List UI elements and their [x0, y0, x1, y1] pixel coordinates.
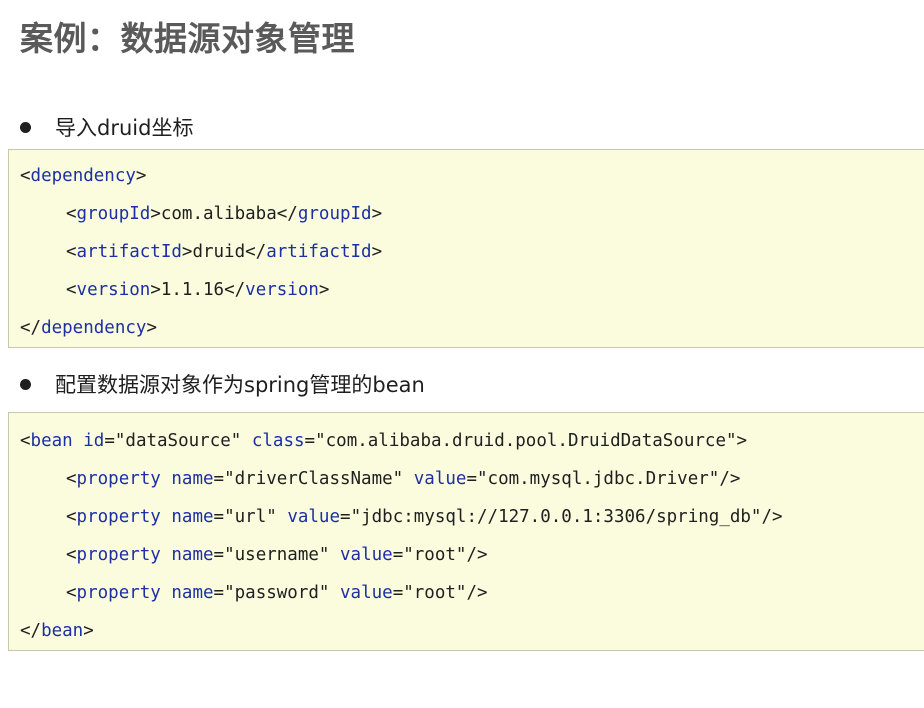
xml-attr-name: value — [413, 469, 467, 489]
xml-attr-name: value — [287, 507, 341, 527]
xml-attr-name: value — [340, 583, 393, 603]
xml-attr-name: name — [171, 583, 214, 603]
xml-attr-value: "dataSource" — [114, 431, 242, 451]
xml-text: com.alibaba — [160, 204, 277, 224]
bullet-item-druid: 导入druid坐标 — [20, 112, 193, 142]
xml-tag: dependency — [41, 318, 147, 338]
xml-attr-value: "com.mysql.jdbc.Driver" — [477, 469, 720, 489]
xml-attr-value: "root" — [403, 545, 467, 565]
code-line: <property name="username" value="root"/> — [66, 545, 488, 565]
xml-tag: groupId — [76, 204, 151, 224]
code-line: </dependency> — [20, 318, 157, 338]
code-line: <dependency> — [20, 166, 147, 186]
bullet-dot-icon — [20, 121, 31, 133]
xml-tag: groupId — [297, 204, 372, 224]
xml-attr-value: "driverClassName" — [224, 469, 404, 489]
code-block-bean: <bean id="dataSource" class="com.alibaba… — [8, 412, 924, 651]
xml-attr-value: "jdbc:mysql://127.0.0.1:3306/spring_db" — [350, 507, 762, 527]
code-line: <bean id="dataSource" class="com.alibaba… — [20, 431, 748, 451]
xml-tag: version — [76, 280, 151, 300]
bullet-dot-icon — [20, 378, 31, 390]
bullet-text: 导入druid坐标 — [55, 116, 194, 140]
code-line: <artifactId>druid</artifactId> — [66, 242, 383, 262]
xml-attr-name: id — [83, 431, 105, 451]
xml-tag: bean — [30, 431, 73, 451]
xml-tag: artifactId — [76, 242, 182, 262]
xml-attr-name: name — [171, 545, 214, 565]
code-line: </bean> — [20, 621, 94, 641]
xml-attr-value: "username" — [224, 545, 330, 565]
page-title: 案例：数据源对象管理 — [20, 19, 355, 58]
xml-tag: property — [76, 545, 161, 565]
xml-tag: property — [76, 469, 161, 489]
xml-attr-value: "url" — [224, 507, 277, 527]
xml-attr-name: name — [171, 507, 214, 527]
xml-attr-name: class — [251, 431, 305, 451]
xml-attr-value: "root" — [403, 583, 467, 603]
xml-attr-value: "com.alibaba.druid.pool.DruidDataSource" — [315, 431, 737, 451]
xml-tag: artifactId — [266, 242, 372, 262]
code-line: <property name="password" value="root"/> — [66, 583, 488, 603]
bullet-item-bean: 配置数据源对象作为spring管理的bean — [20, 369, 425, 399]
xml-tag: version — [245, 280, 319, 300]
bullet-text: 配置数据源对象作为spring管理的bean — [55, 373, 425, 397]
xml-tag: bean — [41, 621, 84, 641]
xml-attr-name: name — [171, 469, 214, 489]
xml-tag: property — [76, 583, 161, 603]
xml-attr-value: "password" — [224, 583, 330, 603]
xml-tag: dependency — [30, 166, 136, 186]
code-line: <groupId>com.alibaba</groupId> — [66, 204, 383, 224]
xml-text: druid — [192, 242, 246, 262]
code-line: <property name="url" value="jdbc:mysql:/… — [66, 507, 783, 527]
xml-tag: property — [76, 507, 161, 527]
xml-attr-name: value — [340, 545, 393, 565]
code-line: <version>1.1.16</version> — [66, 280, 330, 300]
code-line: <property name="driverClassName" value="… — [66, 469, 741, 489]
xml-text: 1.1.16 — [160, 280, 225, 300]
code-block-dependency: <dependency> <groupId>com.alibaba</group… — [8, 149, 924, 348]
